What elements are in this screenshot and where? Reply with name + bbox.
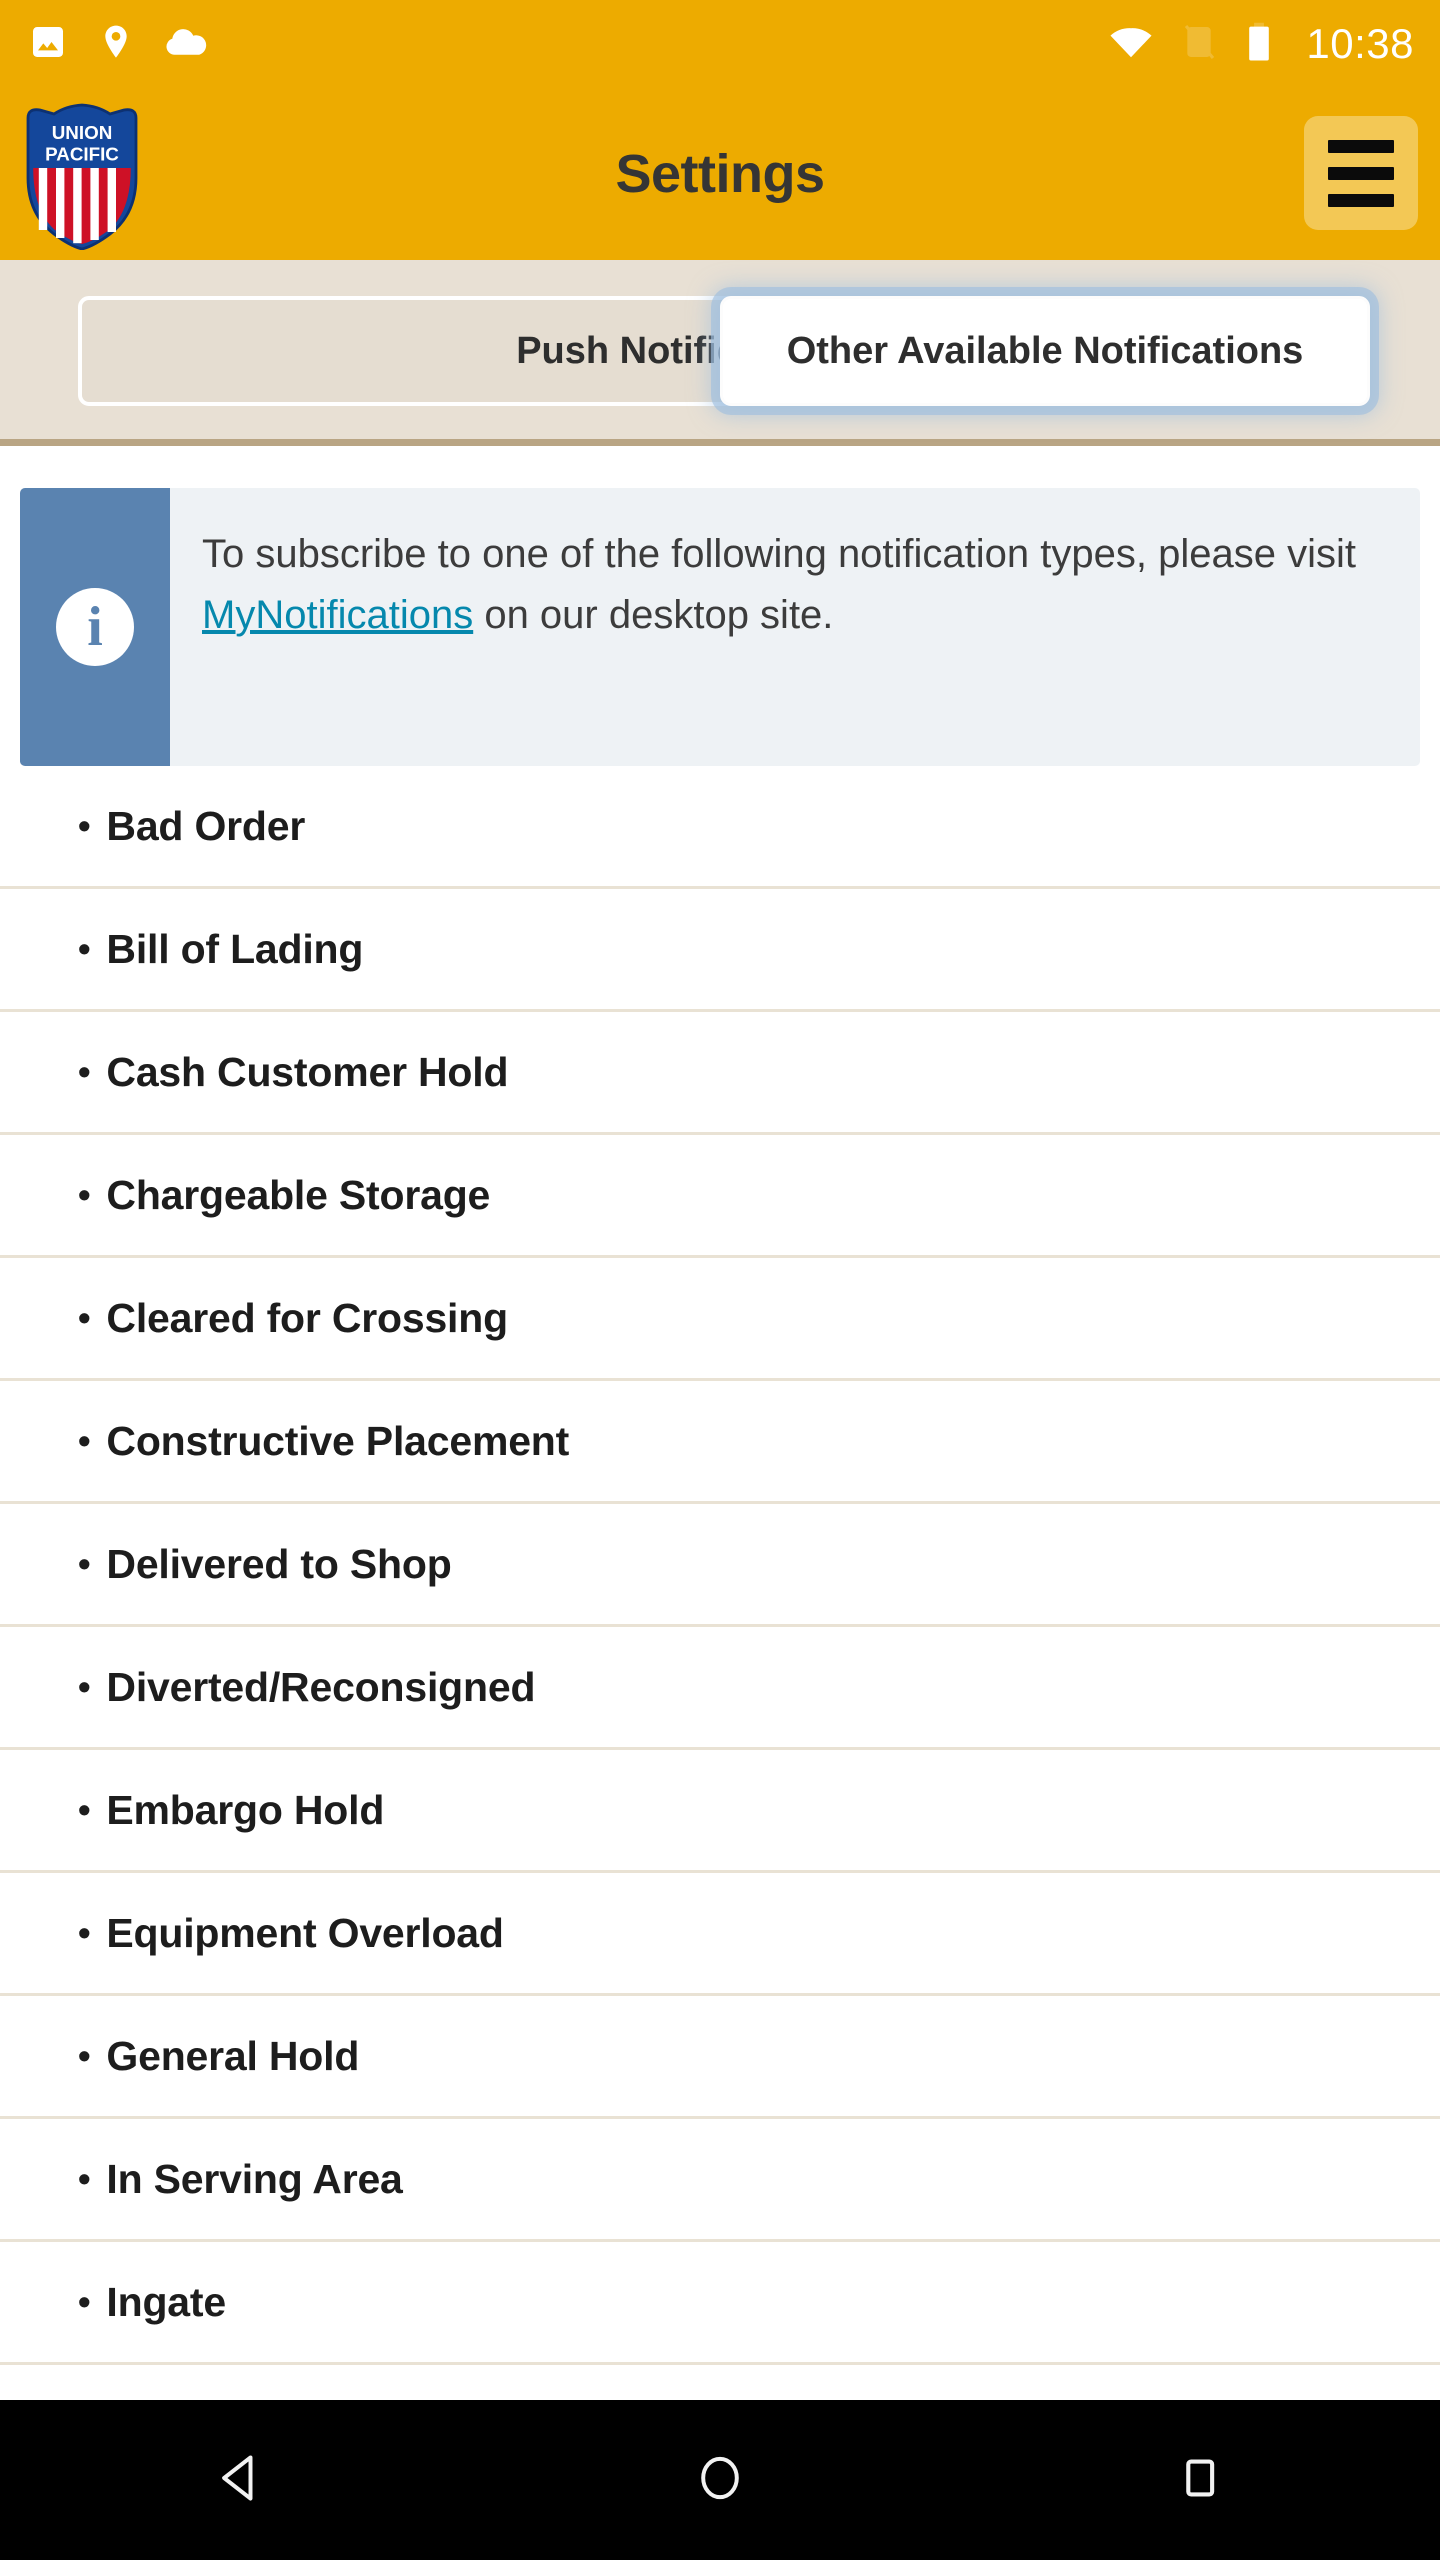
info-banner-accent-band: i: [20, 488, 170, 766]
info-circle-icon: i: [56, 588, 134, 666]
mynotifications-link[interactable]: MyNotifications: [202, 593, 473, 637]
info-banner-text-before: To subscribe to one of the following not…: [202, 532, 1356, 576]
list-item-label: Bill of Lading: [106, 925, 364, 972]
cloud-icon: [164, 22, 208, 67]
status-bar: 10:38: [0, 0, 1440, 88]
list-item-label: Diverted/Reconsigned: [106, 1663, 536, 1710]
list-item-bullet-icon: •: [78, 1543, 91, 1584]
info-banner: i To subscribe to one of the following n…: [20, 488, 1420, 766]
sim-off-icon: [1180, 22, 1218, 67]
hamburger-menu-icon-bar3: [1328, 193, 1394, 207]
list-item[interactable]: • Cash Customer Hold: [0, 1012, 1440, 1135]
list-item-bullet-icon: •: [78, 1912, 91, 1953]
list-item-label: Delivered to Shop: [106, 1540, 452, 1587]
back-button[interactable]: [0, 2400, 480, 2560]
back-triangle-icon: [212, 2450, 268, 2511]
list-item-label: Constructive Placement: [106, 1417, 570, 1464]
list-item-bullet-icon: •: [78, 1420, 91, 1461]
home-circle-icon: [692, 2450, 748, 2511]
list-item-bullet-icon: •: [78, 2035, 91, 2076]
hamburger-menu-button[interactable]: [1304, 116, 1418, 230]
list-item-label: Equipment Overload: [106, 1909, 504, 1956]
list-item[interactable]: • Bill of Lading: [0, 889, 1440, 1012]
list-item-bullet-icon: •: [78, 928, 91, 969]
list-item[interactable]: • General Hold: [0, 1996, 1440, 2119]
list-item-bullet-icon: •: [78, 2158, 91, 2199]
wifi-icon: [1108, 22, 1154, 67]
list-item-label: General Hold: [106, 2032, 360, 2079]
list-item-bullet-icon: •: [78, 1051, 91, 1092]
list-item-label: Cash Customer Hold: [106, 1048, 509, 1095]
list-item[interactable]: • Diverted/Reconsigned: [0, 1627, 1440, 1750]
info-banner-text: To subscribe to one of the following not…: [170, 488, 1420, 766]
status-bar-left-icons: [28, 22, 208, 67]
status-bar-clock: 10:38: [1306, 20, 1414, 67]
list-item[interactable]: • Ingate: [0, 2242, 1440, 2365]
page-title: Settings: [615, 144, 825, 204]
list-item-label: Chargeable Storage: [106, 1171, 491, 1218]
battery-icon: [1244, 21, 1274, 68]
list-item-bullet-icon: •: [78, 805, 91, 846]
list-item[interactable]: • Bad Order: [0, 766, 1440, 889]
recents-button[interactable]: [960, 2400, 1440, 2560]
list-item[interactable]: • Delivered to Shop: [0, 1504, 1440, 1627]
tab-other-available-notifications-label: Other Available Notifications: [786, 329, 1304, 372]
list-item-bullet-icon: •: [78, 2281, 91, 2322]
status-bar-right-icons: 10:38: [1108, 21, 1414, 68]
image-icon: [28, 22, 68, 67]
list-item-label: Embargo Hold: [106, 1786, 385, 1833]
hamburger-menu-icon-bar2: [1328, 166, 1394, 180]
tab-bar-divider: [0, 439, 1440, 446]
list-item-bullet-icon: •: [78, 1789, 91, 1830]
settings-tab-bar: Push Notifications Other Available Notif…: [0, 260, 1440, 439]
hamburger-menu-icon: [1328, 139, 1394, 153]
list-item[interactable]: • Chargeable Storage: [0, 1135, 1440, 1258]
list-item-label: Ingate: [106, 2278, 226, 2325]
list-item-bullet-icon: •: [78, 1174, 91, 1215]
list-item-bullet-icon: •: [78, 1666, 91, 1707]
list-item-label: In Serving Area: [106, 2155, 403, 2202]
list-item-label: Bad Order: [106, 802, 306, 849]
recents-square-icon: [1174, 2452, 1226, 2509]
list-item[interactable]: • Equipment Overload: [0, 1873, 1440, 1996]
info-banner-text-after: on our desktop site.: [473, 592, 834, 637]
list-item-label: Cleared for Crossing: [106, 1294, 508, 1341]
android-navigation-bar: [0, 2400, 1440, 2560]
location-pin-icon: [96, 22, 136, 67]
list-item[interactable]: • Cleared for Crossing: [0, 1258, 1440, 1381]
home-button[interactable]: [480, 2400, 960, 2560]
notification-type-list[interactable]: • Bad Order • Bill of Lading • Cash Customer …: [0, 766, 1440, 2400]
app-screen: 10:38 UNION PACIFIC Settings Push Notifi…: [0, 0, 1440, 2560]
list-item[interactable]: • Embargo Hold: [0, 1750, 1440, 1873]
app-header: UNION PACIFIC Settings: [0, 88, 1440, 260]
list-item-bullet-icon: •: [78, 1297, 91, 1338]
list-item[interactable]: • Constructive Placement: [0, 1381, 1440, 1504]
list-item[interactable]: • In Serving Area: [0, 2119, 1440, 2242]
tab-other-available-notifications[interactable]: Other Available Notifications: [720, 296, 1370, 406]
